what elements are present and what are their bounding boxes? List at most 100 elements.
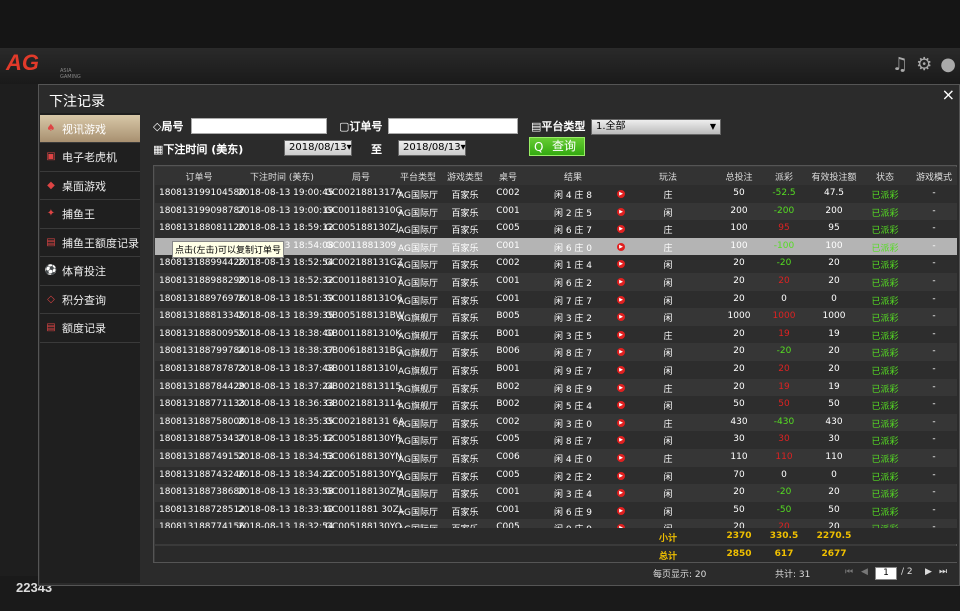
query-button[interactable]: Q 查询: [529, 137, 585, 156]
cell: B002: [496, 399, 520, 410]
cell: -: [932, 469, 936, 480]
cell: AG国际厅: [398, 296, 438, 307]
table-row[interactable]: 180813188784429 2018-08-13 18:37:24 GB0021…: [155, 378, 957, 397]
sidebar-item-4[interactable]: ▤ 捕鱼王额度记录: [40, 229, 140, 257]
play-video-icon[interactable]: ▶: [615, 311, 627, 322]
sidebar-item-6[interactable]: ◇ 积分查询: [40, 286, 140, 314]
cell: 180813188753437: [159, 434, 245, 445]
table-row[interactable]: 180813188081120 2018-08-13 18:59:12 GC0051…: [155, 220, 957, 238]
cell: C002: [496, 258, 520, 269]
search-icon: Q: [534, 140, 544, 154]
cell: -: [932, 223, 936, 234]
table-row[interactable]: 180813199104580 2018-08-13 19:00:45 GC0021…: [155, 185, 957, 203]
first-page-icon[interactable]: ⏮: [845, 567, 853, 577]
cell: 状态: [875, 173, 894, 183]
play-video-icon[interactable]: ▶: [615, 417, 627, 427]
next-page-icon[interactable]: ▶: [925, 567, 932, 577]
sidebar-item-3[interactable]: ✦ 捕鱼王: [40, 201, 140, 229]
music-icon[interactable]: ♫: [892, 54, 908, 75]
cell: 闲: [663, 208, 673, 219]
modal-title: 下注记录: [49, 94, 105, 110]
cell: 已派彩: [871, 402, 899, 413]
play-video-icon[interactable]: ▶: [615, 188, 627, 198]
table-row[interactable]: 180813188738680 2018-08-13 18:33:58 GC0011…: [155, 484, 957, 502]
table-row[interactable]: 180813188799784 2018-08-13 18:38:37 GB0061…: [155, 343, 957, 361]
table-row[interactable]: 180813188743246 2018-08-13 18:34:22 GC0051…: [155, 466, 957, 485]
cell: GC001188130ZM: [325, 487, 404, 498]
play-video-icon[interactable]: ▶: [615, 241, 627, 251]
play-video-icon[interactable]: ▶: [615, 364, 627, 374]
play-video-icon[interactable]: ▶: [615, 382, 627, 392]
table-row[interactable]: 180813188994428 2018-08-13 18:52:54 GC0021…: [155, 255, 957, 273]
sidebar-item-5[interactable]: ⚽ 体育投注: [40, 258, 140, 286]
cell: 结果: [563, 173, 582, 183]
sidebar-item-7[interactable]: ▤ 额度记录: [40, 315, 140, 343]
table-row[interactable]: 180813188728512 2018-08-13 18:33:10 GC0011…: [155, 501, 957, 520]
cell: -: [932, 381, 936, 392]
table-row[interactable]: 180813188749152 2018-08-13 18:34:53 GC0061…: [155, 449, 957, 467]
cell: AG国际厅: [398, 208, 438, 219]
cell: 百家乐: [451, 367, 479, 377]
play-video-icon[interactable]: ▶: [615, 487, 627, 498]
cell: GB006188131BG: [325, 346, 403, 357]
summary-cell: 2677: [821, 549, 847, 559]
sidebar-item-2[interactable]: ◆ 桌面游戏: [40, 172, 140, 200]
cell: 20: [733, 346, 745, 357]
play-video-icon[interactable]: ▶: [615, 276, 627, 286]
play-video-icon[interactable]: ▶: [615, 258, 627, 269]
table-row[interactable]: 180813188988298 2018-08-13 18:52:32 GC0011…: [155, 273, 957, 291]
play-video-icon[interactable]: ▶: [615, 294, 627, 304]
date-to-select[interactable]: 2018/08/13▾: [398, 140, 466, 156]
lobby-sidebar: [0, 84, 40, 611]
play-video-icon[interactable]: ▶: [615, 223, 627, 234]
sidebar-item-0[interactable]: ♠ 视讯游戏: [40, 115, 140, 143]
gear-icon[interactable]: ⚙: [916, 54, 932, 75]
sidebar-item-label: 视讯游戏: [62, 122, 106, 136]
cell: 180813188758008: [159, 416, 245, 427]
chat-icon[interactable]: ●: [940, 54, 956, 75]
cell: -: [932, 364, 936, 374]
dropdown-arrow-icon: ▾: [460, 142, 466, 153]
cell: 百家乐: [451, 279, 479, 289]
round-input[interactable]: [191, 118, 327, 134]
table-row[interactable]: 180813188813345 2018-08-13 18:39:35 GB0051…: [155, 308, 957, 326]
cell: 2018-08-13 18:39:35: [238, 311, 334, 322]
play-video-icon[interactable]: ▶: [615, 434, 627, 445]
play-video-icon[interactable]: ▶: [615, 452, 627, 462]
close-icon[interactable]: ×: [942, 85, 955, 104]
sidebar-item-1[interactable]: ▣ 电子老虎机: [40, 144, 140, 172]
last-page-icon[interactable]: ⏭: [939, 567, 947, 577]
prev-page-icon[interactable]: ◀: [861, 567, 868, 577]
table-row[interactable]: 180813188976976 2018-08-13 18:51:39 GC0011…: [155, 290, 957, 309]
table-row[interactable]: 180813199098787 2018-08-13 19:00:19 GC0011…: [155, 202, 957, 221]
cell: -: [932, 434, 936, 445]
cell: 1000: [822, 311, 846, 322]
play-video-icon[interactable]: ▶: [615, 346, 627, 357]
cell: 19: [778, 328, 790, 339]
play-video-icon[interactable]: ▶: [615, 470, 627, 480]
play-video-icon[interactable]: ▶: [615, 505, 627, 515]
play-video-icon[interactable]: ▶: [615, 329, 627, 339]
cell: 已派彩: [871, 191, 899, 201]
table-row[interactable]: 180813188800955 2018-08-13 18:38:40 GB0011…: [155, 325, 957, 344]
cell: -20: [776, 258, 792, 269]
date-from-select[interactable]: 2018/08/13▾: [284, 140, 352, 156]
cell: C001: [496, 293, 520, 304]
order-input[interactable]: [388, 118, 518, 134]
page-input[interactable]: 1: [875, 567, 897, 580]
sidebar-item-label: 捕鱼王额度记录: [62, 236, 139, 250]
table-row[interactable]: 180813188771133 2018-08-13 18:36:33 GB0021…: [155, 396, 957, 414]
time-label: ▦下注时间 (美东): [153, 143, 244, 156]
cell: AG国际厅: [398, 243, 438, 254]
play-video-icon[interactable]: ▶: [615, 206, 627, 216]
platform-select[interactable]: 1.全部 ▼: [591, 119, 721, 135]
play-video-icon[interactable]: ▶: [615, 399, 627, 410]
cell: -430: [773, 416, 795, 427]
cell: 闲 9 庄 7: [553, 367, 593, 377]
table-row[interactable]: 180813188758008 2018-08-13 18:35:35 GC0021…: [155, 413, 957, 432]
table-row[interactable]: 180813188753437 2018-08-13 18:35:12 GC0051…: [155, 431, 957, 449]
table-row[interactable]: 180813188787873 2018-08-13 18:37:48 GB0011…: [155, 361, 957, 379]
cell: GC0011881 30ZL: [325, 504, 404, 515]
to-label: 至: [371, 143, 382, 156]
cell: 闲 3 庄 5: [553, 331, 593, 342]
